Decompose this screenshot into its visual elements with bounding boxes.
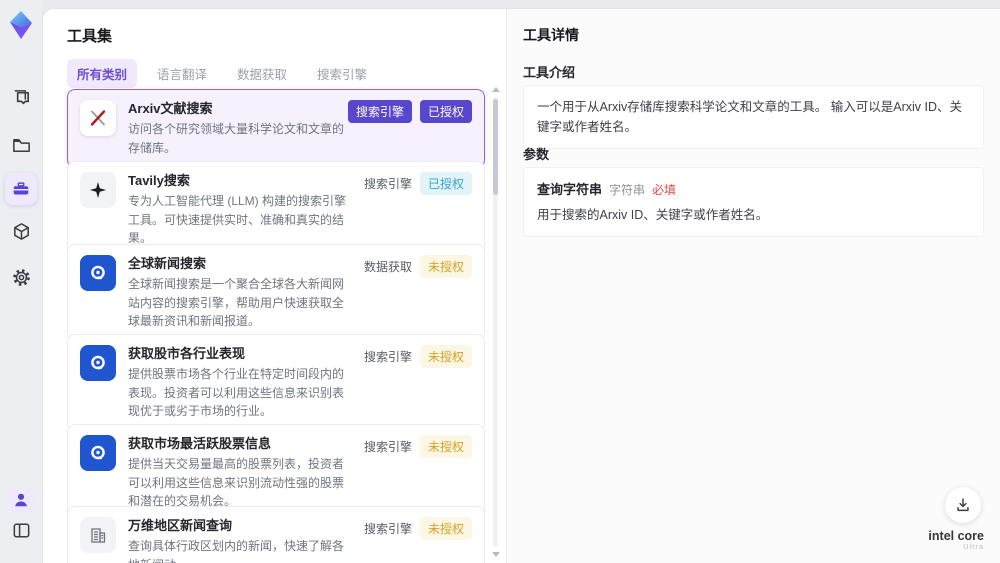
intro-box: 一个用于从Arxiv存储库搜索科学论文和文章的工具。 输入可以是Arxiv ID… [523, 85, 984, 149]
chat-icon[interactable] [9, 86, 33, 110]
cube-icon[interactable] [9, 219, 33, 243]
auth-status-badge: 未授权 [419, 255, 472, 278]
category-label: 搜索引擎 [363, 177, 412, 191]
tab-data-acquisition[interactable]: 数据获取 [227, 59, 297, 88]
tool-description: 提供股票市场各个行业在特定时间段内的表现。投资者可以利用这些信息来识别表现优于或… [128, 367, 345, 419]
tool-card-arxiv[interactable]: Arxiv文献搜索 访问各个研究领域大量科学论文和文章的存储库。 搜索引擎 已授… [67, 89, 485, 169]
download-button[interactable] [945, 487, 981, 523]
intel-core-logo: intel core Ultra [928, 529, 984, 552]
category-label: 搜索引擎 [363, 350, 412, 364]
left-rail [0, 0, 42, 563]
main-surface: 工具集 所有类别 语言翻译 数据获取 搜索引擎 Arxiv文献搜索 访问各个研究… [42, 8, 1000, 563]
tool-card-global-news[interactable]: 全球新闻搜索 全球新闻搜索是一个聚合全球各大新闻网站内容的搜索引擎，帮助用户快速… [67, 244, 485, 342]
detail-title: 工具详情 [523, 27, 579, 43]
scrollbar-thumb[interactable] [493, 99, 498, 195]
tab-search-engine[interactable]: 搜索引擎 [307, 59, 377, 88]
tool-card-regional-news[interactable]: 万维地区新闻查询 查询具体行政区划内的新闻，快速了解各地新闻动 搜索引擎 未授权 [67, 506, 485, 563]
param-name: 查询字符串 [537, 182, 603, 197]
settings-gear-icon[interactable] [9, 265, 33, 289]
download-icon [957, 498, 969, 512]
param-description: 用于搜索的Arxiv ID、关键字或作者姓名。 [537, 208, 769, 222]
tool-description: 全球新闻搜索是一个聚合全球各大新闻网站内容的搜索引擎，帮助用户快速获取全球最新资… [128, 277, 345, 329]
arxiv-logo-icon [80, 100, 116, 136]
tool-description: 查询具体行政区划内的新闻，快速了解各地新闻动 [128, 539, 345, 563]
app-logo-icon [7, 10, 35, 40]
tool-name: 万维地区新闻查询 [128, 518, 233, 533]
tool-name: 获取股市各行业表现 [128, 346, 246, 361]
user-avatar-icon[interactable] [7, 488, 35, 512]
tool-card-list: Arxiv文献搜索 访问各个研究领域大量科学论文和文章的存储库。 搜索引擎 已授… [67, 87, 485, 563]
param-box: 查询字符串 字符串 必填 用于搜索的Arxiv ID、关键字或作者姓名。 [523, 167, 984, 237]
app-window: 工具集 所有类别 语言翻译 数据获取 搜索引擎 Arxiv文献搜索 访问各个研究… [0, 0, 1000, 563]
scroll-up-arrow[interactable] [492, 87, 500, 92]
params-heading: 参数 [523, 147, 550, 162]
panel-toggle-icon[interactable] [9, 518, 33, 542]
brand-text: intel core [928, 529, 984, 543]
auth-status-badge: 已授权 [419, 172, 472, 195]
category-label: 搜索引擎 [363, 522, 412, 536]
tool-description: 访问各个研究领域大量科学论文和文章的存储库。 [128, 122, 345, 155]
building-icon [80, 517, 116, 553]
tavily-star-icon [80, 172, 116, 208]
scroll-down-arrow[interactable] [492, 552, 500, 557]
auth-status-badge: 未授权 [419, 517, 472, 540]
auth-status-badge: 未授权 [419, 435, 472, 458]
intro-heading: 工具介绍 [523, 65, 576, 80]
news-logo-icon [80, 345, 116, 381]
folder-icon[interactable] [9, 133, 33, 157]
tool-name: 全球新闻搜索 [128, 256, 207, 271]
category-label: 数据获取 [363, 260, 412, 274]
toolbox-icon[interactable] [5, 173, 37, 205]
news-logo-icon [80, 435, 116, 471]
tool-name: Tavily搜索 [128, 173, 190, 188]
tab-all-categories[interactable]: 所有类别 [67, 59, 138, 88]
category-tabs: 所有类别 语言翻译 数据获取 搜索引擎 [67, 59, 377, 88]
page-title: 工具集 [67, 28, 113, 45]
list-scrollbar[interactable] [491, 87, 500, 557]
auth-status-badge: 已授权 [419, 100, 472, 123]
auth-status-badge: 未授权 [419, 345, 472, 368]
tool-name: 获取市场最活跃股票信息 [128, 436, 272, 451]
param-required-badge: 必填 [652, 183, 677, 197]
tab-language-translation[interactable]: 语言翻译 [147, 59, 217, 88]
tool-list-panel: 工具集 所有类别 语言翻译 数据获取 搜索引擎 Arxiv文献搜索 访问各个研究… [43, 9, 506, 563]
tool-card-sector-performance[interactable]: 获取股市各行业表现 提供股票市场各个行业在特定时间段内的表现。投资者可以利用这些… [67, 334, 485, 432]
tool-detail-panel: 工具详情 工具介绍 一个用于从Arxiv存储库搜索科学论文和文章的工具。 输入可… [506, 9, 1000, 563]
category-label: 搜索引擎 [363, 440, 412, 454]
param-type: 字符串 [609, 183, 646, 197]
tool-description: 提供当天交易量最高的股票列表，投资者可以利用这些信息来识别流动性强的股票和潜在的… [128, 457, 345, 509]
news-logo-icon [80, 255, 116, 291]
category-badge: 搜索引擎 [347, 100, 412, 123]
tool-name: Arxiv文献搜索 [128, 101, 213, 116]
intro-text: 一个用于从Arxiv存储库搜索科学论文和文章的工具。 输入可以是Arxiv ID… [537, 100, 963, 134]
tool-description: 专为人工智能代理 (LLM) 构建的搜索引擎工具。可快速提供实时、准确和真实的结… [128, 194, 347, 246]
brand-subtext: Ultra [963, 542, 984, 552]
